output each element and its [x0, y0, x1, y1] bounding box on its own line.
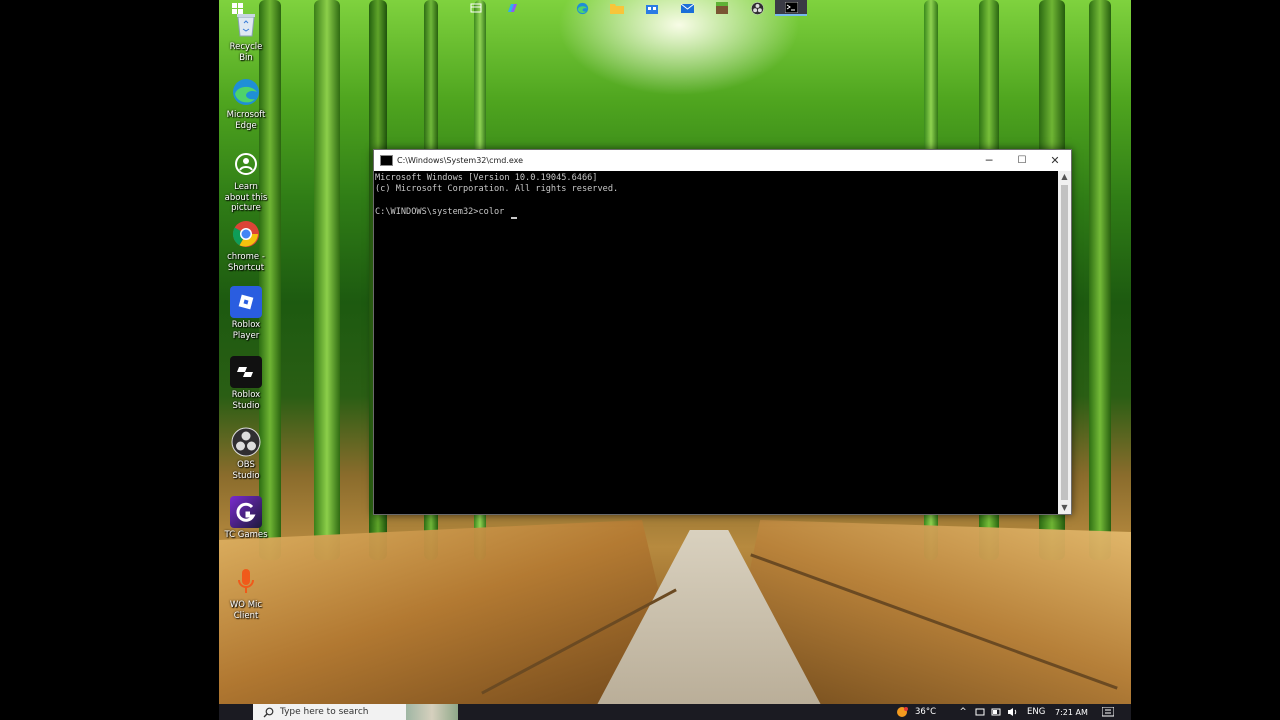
desktop-icon-obs-studio[interactable]: OBS Studio — [223, 426, 269, 481]
taskbar-mail[interactable] — [677, 0, 697, 16]
console-line: Microsoft Windows [Version 10.0.19045.64… — [375, 173, 598, 183]
taskbar-edge[interactable] — [572, 0, 592, 16]
desktop-icon-wo-mic-client[interactable]: WO Mic Client — [223, 566, 269, 621]
close-button[interactable]: ✕ — [1039, 150, 1071, 171]
windows-logo-icon — [231, 2, 243, 14]
taskbar-cmd-active[interactable] — [775, 0, 807, 16]
console-line: C:\WINDOWS\system32>color — [375, 207, 510, 218]
console-line: (c) Microsoft Corporation. All rights re… — [375, 184, 619, 195]
clock[interactable]: 7:21 AM — [1055, 704, 1088, 720]
vertical-scrollbar[interactable]: ▲ ▼ — [1058, 171, 1071, 514]
edge-icon — [576, 2, 588, 14]
learn-picture-icon — [230, 148, 262, 180]
language-indicator[interactable]: ENG — [1027, 704, 1045, 720]
weather-temperature: 36°C — [915, 707, 937, 717]
cmd-window[interactable]: C:\Windows\System32\cmd.exe ─ ☐ ✕ Micros… — [373, 149, 1072, 515]
search-highlight-image — [406, 704, 458, 720]
search-icon — [263, 707, 274, 717]
start-button[interactable] — [226, 0, 248, 16]
scroll-down-icon[interactable]: ▼ — [1058, 502, 1071, 514]
maximize-button[interactable]: ☐ — [1006, 150, 1038, 171]
roblox-studio-icon — [230, 356, 262, 388]
show-hidden-icons[interactable]: ^ — [958, 704, 968, 720]
desktop-icon-label: chrome - Shortcut — [227, 252, 265, 273]
copilot-icon — [507, 4, 517, 12]
taskbar-obs[interactable] — [747, 0, 767, 16]
taskbar-search-box[interactable]: Type here to search — [253, 704, 458, 720]
bamboo-stalk — [314, 0, 340, 560]
desktop-icon-recycle-bin[interactable]: Recycle Bin — [223, 8, 269, 63]
console-prompt-line: C:\WINDOWS\system32>color — [375, 207, 1057, 219]
weather-sun-icon — [897, 707, 908, 717]
taskbar-minecraft[interactable] — [712, 0, 732, 16]
console-output[interactable]: Microsoft Windows [Version 10.0.19045.64… — [374, 171, 1057, 516]
weather-widget[interactable]: 36°C — [896, 704, 936, 720]
taskbar-copilot[interactable] — [502, 0, 522, 16]
desktop-icon-label: Roblox Player — [231, 320, 261, 341]
task-view-button[interactable] — [466, 0, 486, 16]
roblox-player-icon — [230, 286, 262, 318]
microphone-icon — [230, 566, 262, 598]
volume-icon[interactable] — [1007, 707, 1018, 717]
taskbar-store[interactable] — [642, 0, 662, 16]
window-title: C:\Windows\System32\cmd.exe — [397, 156, 524, 165]
battery-icon[interactable] — [991, 707, 1001, 717]
text-cursor — [510, 216, 517, 219]
scroll-up-icon[interactable]: ▲ — [1058, 171, 1071, 183]
notification-icon — [1102, 706, 1114, 716]
obs-icon — [230, 426, 262, 458]
minimize-button[interactable]: ─ — [973, 150, 1005, 171]
desktop-icon-label: TC Games — [224, 530, 268, 540]
folder-icon — [610, 3, 624, 14]
cmd-title-bar[interactable]: C:\Windows\System32\cmd.exe ─ ☐ ✕ — [374, 150, 1071, 171]
desktop-icon-label: Roblox Studio — [231, 390, 261, 411]
desktop-icon-microsoft-edge[interactable]: Microsoft Edge — [223, 76, 269, 131]
desktop-icon-tc-games[interactable]: TC Games — [223, 496, 269, 541]
task-view-icon — [470, 3, 482, 13]
chevron-up-icon: ^ — [959, 707, 967, 717]
desktop-icon-learn-about-picture[interactable]: Learn about this picture — [223, 148, 269, 214]
scrollbar-thumb[interactable] — [1061, 185, 1068, 500]
edge-icon — [230, 76, 262, 108]
bamboo-stalk — [1089, 0, 1111, 560]
desktop-icon-roblox-player[interactable]: Roblox Player — [223, 286, 269, 341]
desktop-icon-chrome-shortcut[interactable]: chrome - Shortcut — [223, 218, 269, 273]
terminal-icon — [784, 1, 798, 13]
store-icon — [646, 5, 658, 14]
desktop-icon-label: Recycle Bin — [229, 42, 263, 63]
tc-games-icon — [230, 496, 262, 528]
tray-icons — [975, 704, 1018, 720]
mail-icon — [680, 3, 694, 13]
desktop-icon-roblox-studio[interactable]: Roblox Studio — [223, 356, 269, 411]
chrome-icon — [230, 218, 262, 250]
notification-center-button[interactable] — [1102, 704, 1114, 720]
cmd-app-icon — [380, 155, 393, 166]
desktop-icon-label: WO Mic Client — [229, 600, 263, 621]
taskbar-file-explorer[interactable] — [607, 0, 627, 16]
desktop-icon-label: Microsoft Edge — [226, 110, 266, 131]
obs-icon — [750, 1, 764, 15]
network-icon[interactable] — [975, 707, 985, 717]
desktop-icon-label: OBS Studio — [232, 460, 260, 481]
grass-block-icon — [716, 2, 728, 14]
search-placeholder: Type here to search — [280, 707, 369, 717]
desktop-icon-label: Learn about this picture — [224, 182, 268, 213]
